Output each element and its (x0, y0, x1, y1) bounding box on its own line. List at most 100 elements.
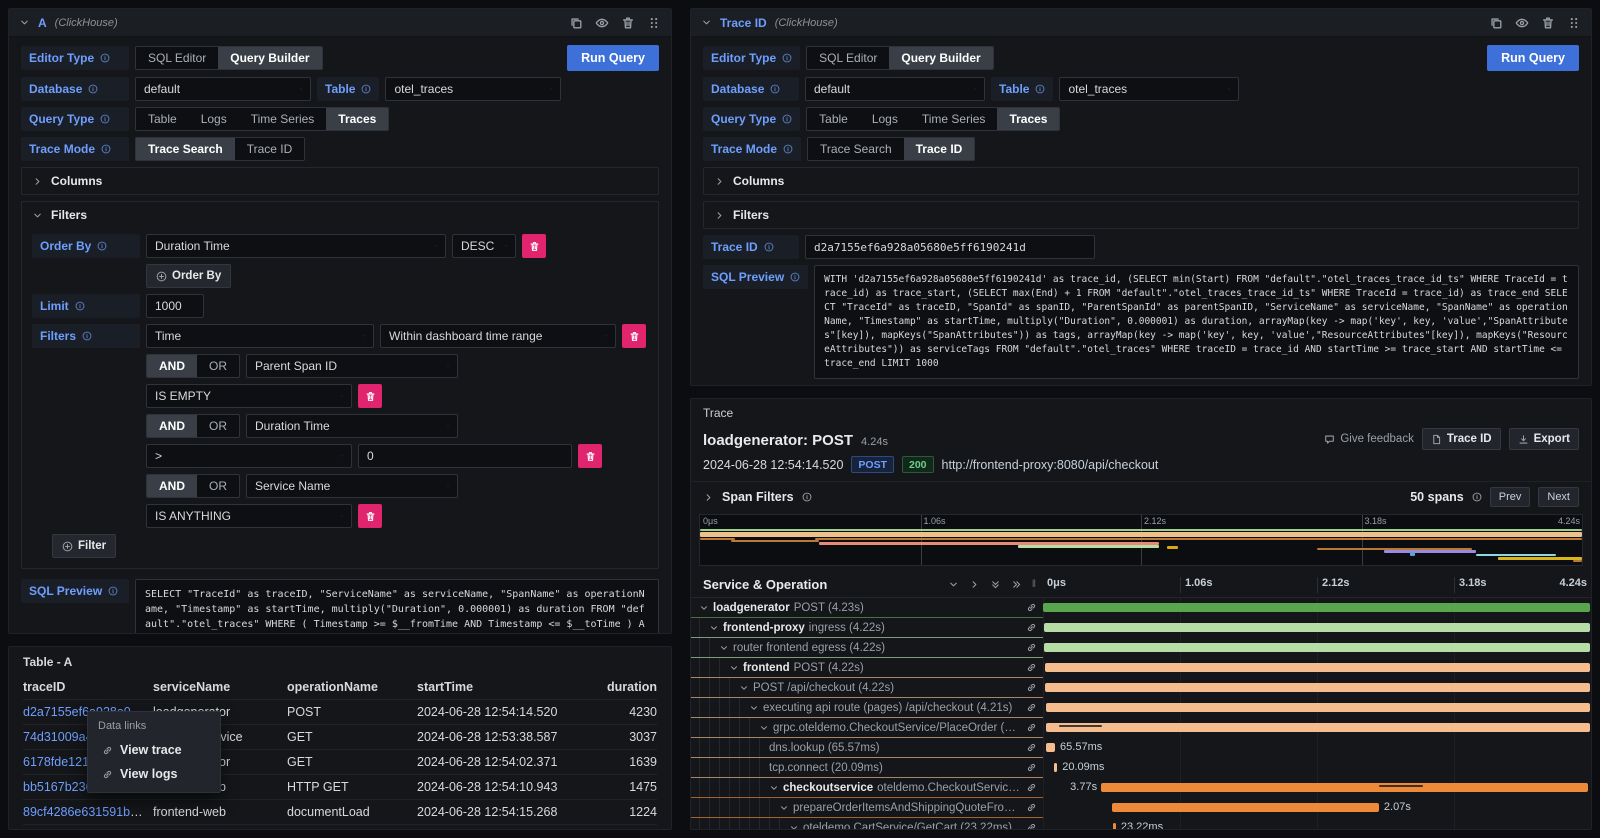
delete-filter-button[interactable] (358, 384, 382, 408)
filter-field-select[interactable]: Parent Span ID (246, 354, 458, 378)
delete-order-by-button[interactable] (522, 234, 546, 258)
tab-traces[interactable]: Traces (997, 108, 1059, 130)
span-duration-bar[interactable] (1101, 783, 1588, 792)
tab-trace-search[interactable]: Trace Search (136, 138, 235, 160)
span-link-icon[interactable] (1026, 682, 1037, 693)
tab-logs[interactable]: Logs (189, 108, 239, 130)
span-link-icon[interactable] (1026, 742, 1037, 753)
delete-filter-button[interactable] (622, 324, 646, 348)
span-duration-bar[interactable] (1045, 683, 1590, 692)
span-name-cell[interactable]: dns.lookup (65.57ms) (691, 738, 1043, 758)
add-order-by-button[interactable]: Order By (146, 264, 231, 288)
table-select[interactable]: otel_traces (1059, 77, 1239, 101)
span-link-icon[interactable] (1026, 722, 1037, 733)
span-filters-label[interactable]: Span Filters (722, 490, 794, 504)
chevron-right-icon[interactable] (703, 492, 714, 503)
span-link-icon[interactable] (1026, 622, 1037, 633)
filter-field-select[interactable]: Service Name (246, 474, 458, 498)
span-link-icon[interactable] (1026, 702, 1037, 713)
span-gantt-cell[interactable] (1043, 618, 1591, 638)
span-duration-bar[interactable] (1113, 823, 1116, 829)
order-by-dir-select[interactable]: DESC (452, 234, 516, 258)
and-option[interactable]: AND (147, 475, 197, 497)
span-duration-bar[interactable] (1046, 703, 1590, 712)
filter-op-select[interactable]: IS ANYTHING (146, 504, 352, 528)
span-name-cell[interactable]: frontend-proxyingress (4.22s) (691, 618, 1043, 638)
next-button[interactable]: Next (1538, 487, 1579, 507)
span-duration-bar[interactable] (1046, 743, 1055, 752)
span-name-cell[interactable]: tcp.connect (20.09ms) (691, 758, 1043, 778)
duplicate-icon[interactable] (1489, 16, 1503, 30)
span-duration-bar[interactable] (1046, 723, 1590, 732)
span-duration-bar[interactable] (1044, 643, 1590, 652)
col-header-duration[interactable]: duration (603, 680, 657, 694)
span-collapse-icon[interactable] (709, 623, 719, 633)
span-name-cell[interactable]: frontendPOST (4.22s) (691, 658, 1043, 678)
span-gantt-cell[interactable] (1043, 598, 1591, 618)
span-gantt-cell[interactable] (1043, 718, 1591, 738)
filter-field-select[interactable]: Time (146, 324, 374, 348)
prev-button[interactable]: Prev (1490, 487, 1531, 507)
span-collapse-icon[interactable] (739, 683, 749, 693)
span-collapse-icon[interactable] (779, 803, 789, 813)
span-collapse-icon[interactable] (789, 823, 799, 830)
delete-filter-button[interactable] (358, 504, 382, 528)
delete-icon[interactable] (1541, 16, 1555, 30)
filter-op-select[interactable]: IS EMPTY (146, 384, 352, 408)
database-select[interactable]: default (805, 77, 985, 101)
filters-section[interactable]: Filters (703, 201, 1579, 229)
span-name-cell[interactable]: executing api route (pages) /api/checkou… (691, 698, 1043, 718)
limit-input[interactable] (146, 294, 204, 318)
span-gantt-cell[interactable] (1043, 658, 1591, 678)
tab-sql-editor[interactable]: SQL Editor (136, 47, 218, 69)
collapse-icon[interactable] (19, 17, 30, 28)
col-header-traceid[interactable]: traceID (23, 680, 153, 694)
span-collapse-icon[interactable] (699, 603, 709, 613)
tab-logs[interactable]: Logs (860, 108, 910, 130)
tab-trace-id[interactable]: Trace ID (904, 138, 975, 160)
trace-id-input[interactable] (805, 235, 1095, 259)
span-name-cell[interactable]: prepareOrderItemsAndShippingQuoteFromCar… (691, 798, 1043, 818)
span-name-cell[interactable]: loadgeneratorPOST (4.23s) (691, 598, 1043, 618)
drag-handle-icon[interactable] (1567, 16, 1581, 30)
tab-query-builder[interactable]: Query Builder (218, 47, 321, 69)
hide-icon[interactable] (1515, 16, 1529, 30)
export-button[interactable]: Export (1509, 428, 1579, 450)
filter-field-select[interactable]: Duration Time (246, 414, 458, 438)
or-option[interactable]: OR (197, 415, 239, 437)
tab-trace-id[interactable]: Trace ID (235, 138, 305, 160)
col-header-servicename[interactable]: serviceName (153, 680, 287, 694)
expand-all-icon[interactable] (1011, 579, 1022, 590)
span-duration-bar[interactable] (1043, 603, 1590, 612)
span-duration-bar[interactable] (1054, 763, 1057, 772)
span-duration-bar[interactable] (1044, 623, 1590, 632)
span-gantt-cell[interactable]: 3.77s (1043, 778, 1591, 798)
span-duration-bar[interactable] (1045, 663, 1590, 672)
give-feedback-link[interactable]: Give feedback (1324, 433, 1414, 445)
add-filter-button[interactable]: Filter (52, 534, 116, 558)
and-option[interactable]: AND (147, 415, 197, 437)
tab-time-series[interactable]: Time Series (239, 108, 327, 130)
delete-icon[interactable] (621, 16, 635, 30)
filter-value-input[interactable] (358, 444, 572, 468)
trace-id-link[interactable]: 89cf4286e631591b4... (23, 805, 147, 819)
span-gantt-cell[interactable] (1043, 698, 1591, 718)
span-collapse-icon[interactable] (769, 783, 779, 793)
expand-one-icon[interactable] (969, 579, 980, 590)
span-name-cell[interactable]: oteldemo.CartService/GetCart (23.22ms) (691, 818, 1043, 829)
view-logs-link[interactable]: View logs (88, 762, 220, 786)
tab-table[interactable]: Table (136, 108, 189, 130)
span-name-cell[interactable]: grpc.oteldemo.CheckoutService/PlaceOrder… (691, 718, 1043, 738)
span-duration-bar[interactable] (1112, 803, 1379, 812)
span-gantt-cell[interactable]: 20.09ms (1043, 758, 1591, 778)
span-gantt-cell[interactable] (1043, 638, 1591, 658)
span-collapse-icon[interactable] (729, 663, 739, 673)
hide-icon[interactable] (595, 16, 609, 30)
span-link-icon[interactable] (1026, 802, 1037, 813)
columns-section[interactable]: Columns (21, 167, 659, 195)
tab-query-builder[interactable]: Query Builder (889, 47, 992, 69)
trace-minimap[interactable]: 0μs1.06s2.12s3.18s4.24s (699, 514, 1583, 566)
duplicate-icon[interactable] (569, 16, 583, 30)
span-name-cell[interactable]: POST /api/checkout (4.22s) (691, 678, 1043, 698)
col-header-starttime[interactable]: startTime (417, 680, 603, 694)
